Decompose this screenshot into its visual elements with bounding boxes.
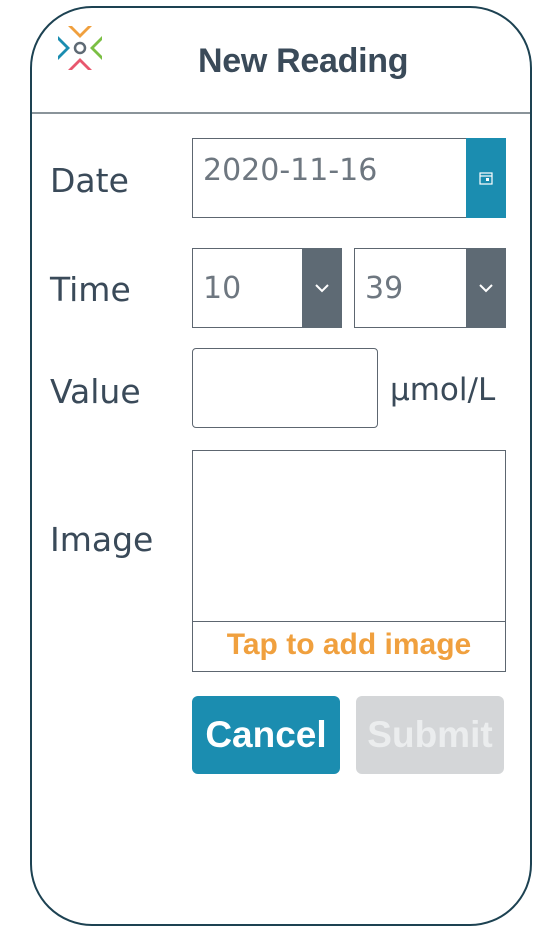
minute-value: 39	[365, 271, 404, 306]
tap-to-add-image[interactable]: Tap to add image	[193, 622, 505, 668]
cancel-button[interactable]: Cancel	[192, 696, 340, 774]
image-label: Image	[50, 520, 154, 559]
date-field[interactable]: 2020-11-16	[192, 138, 506, 218]
submit-button[interactable]: Submit	[356, 696, 504, 774]
minute-dropdown-button[interactable]	[466, 248, 506, 328]
chevron-down-icon	[315, 284, 329, 293]
chevron-down-icon	[479, 284, 493, 293]
image-picker[interactable]: Tap to add image	[192, 450, 506, 672]
calendar-button[interactable]	[466, 138, 506, 218]
app-frame: New Reading Date 2020-11-16 Time 10 39 V…	[30, 6, 532, 926]
hour-dropdown-button[interactable]	[302, 248, 342, 328]
unit-label: μmol/L	[390, 372, 496, 408]
date-label: Date	[50, 161, 129, 200]
header: New Reading	[32, 8, 530, 114]
page-title: New Reading	[198, 42, 409, 80]
time-label: Time	[50, 270, 131, 309]
value-label: Value	[50, 372, 141, 411]
app-logo-icon	[58, 26, 102, 70]
hour-value: 10	[203, 271, 242, 306]
calendar-icon	[479, 172, 493, 185]
image-preview-area[interactable]	[193, 451, 505, 622]
minute-select[interactable]: 39	[354, 248, 506, 328]
date-value: 2020-11-16	[203, 153, 378, 188]
value-input[interactable]	[192, 348, 378, 428]
hour-select[interactable]: 10	[192, 248, 342, 328]
